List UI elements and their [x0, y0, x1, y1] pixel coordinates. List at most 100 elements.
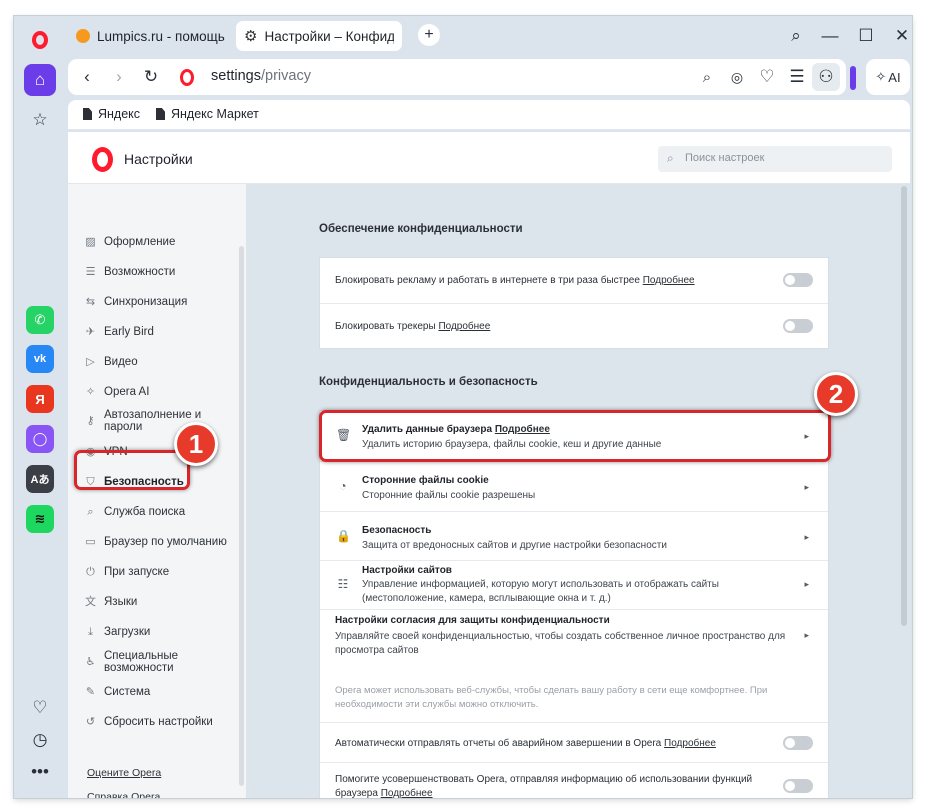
- site-info-button[interactable]: [174, 64, 200, 90]
- bird-icon: ✈: [85, 326, 96, 339]
- home-button[interactable]: ⌂: [24, 64, 56, 96]
- close-window-button[interactable]: ✕: [888, 22, 912, 50]
- bookmark-item[interactable]: Яндекс Маркет: [156, 107, 259, 121]
- crash-reports-toggle[interactable]: [783, 736, 813, 750]
- block-trackers-row[interactable]: Блокировать трекеры Подробнее: [320, 303, 828, 348]
- nav-item-браузер-по-умолчанию[interactable]: ▭ Браузер по умолчанию: [85, 536, 227, 549]
- vk-button[interactable]: vk: [26, 345, 54, 373]
- nav-item-видео[interactable]: ▷ Видео: [85, 356, 137, 369]
- url-text[interactable]: settings/privacy: [211, 68, 311, 84]
- cookies-row[interactable]: ◔ Сторонние файлы cookie Сторонние файлы…: [320, 461, 828, 511]
- block-ads-row[interactable]: Блокировать рекламу и работать в интерне…: [320, 258, 828, 303]
- opera-help-link[interactable]: Справка Opera: [87, 791, 160, 798]
- opera-logo-icon: [180, 68, 194, 86]
- usage-stats-toggle[interactable]: [783, 779, 813, 793]
- bookmark-item[interactable]: Яндекс: [83, 107, 140, 121]
- nav-item-служба-поиска[interactable]: ⌕ Служба поиска: [85, 506, 185, 519]
- browser-window: ⌂ ☆ ✆ vk Я ◯ Aあ ≋ ♡ ◷ ••• Lumpics.ru - п…: [14, 16, 912, 798]
- reload-icon: ↻: [143, 67, 159, 86]
- nav-item-загрузки[interactable]: ⤓ Загрузки: [85, 626, 150, 639]
- tab-settings[interactable]: ⚙ Настройки – Конфиденц: [236, 21, 402, 51]
- content-scrollbar[interactable]: [901, 186, 907, 626]
- close-icon: ✕: [894, 26, 910, 45]
- learn-more-link[interactable]: Подробнее: [438, 321, 490, 332]
- bookmark-button[interactable]: ♡: [754, 64, 780, 90]
- tab-title: Lumpics.ru - помощь с ко: [97, 28, 226, 44]
- new-tab-button[interactable]: +: [418, 24, 440, 46]
- forward-button[interactable]: ›: [106, 64, 132, 90]
- section-title-privacy: Обеспечение конфиденциальности: [319, 223, 523, 235]
- spotify-button[interactable]: ≋: [26, 505, 54, 533]
- learn-more-link[interactable]: Подробнее: [664, 738, 716, 749]
- history-button[interactable]: ◷: [24, 724, 56, 756]
- zoom-button[interactable]: ⌕: [694, 64, 720, 90]
- nav-item-label: Оформление: [104, 236, 176, 248]
- reload-button[interactable]: ↻: [138, 64, 164, 90]
- security-row[interactable]: 🔒 Безопасность Защита от вредоносных сай…: [320, 511, 828, 560]
- search-icon: ⌕: [667, 151, 674, 165]
- bookmark-label: Яндекс Маркет: [171, 107, 259, 121]
- usage-stats-row[interactable]: Помогите усовершенствовать Opera, отправ…: [320, 762, 828, 798]
- address-bar[interactable]: ‹ › ↻ settings/privacy ⌕ ◎ ♡ ☰ ⚇: [68, 59, 846, 95]
- nav-scrollbar[interactable]: [239, 246, 244, 786]
- opera-logo-icon: [92, 147, 113, 172]
- learn-more-link[interactable]: Подробнее: [643, 275, 695, 286]
- crash-reports-row[interactable]: Автоматически отправлять отчеты об авари…: [320, 722, 828, 762]
- profile-button[interactable]: ⚇: [812, 63, 840, 91]
- nav-item-система[interactable]: ✎ Система: [85, 686, 150, 699]
- translator-button[interactable]: Aあ: [26, 465, 54, 493]
- tab-lumpics[interactable]: Lumpics.ru - помощь с ко: [68, 21, 234, 51]
- opera-menu-button[interactable]: [24, 24, 56, 56]
- aria-bar-indicator[interactable]: [850, 66, 856, 90]
- spotify-icon: ≋: [34, 511, 46, 526]
- block-ads-toggle[interactable]: [783, 273, 813, 287]
- sparkle-icon: ✧: [875, 69, 887, 84]
- nav-item-при-запуске[interactable]: ⏻ При запуске: [85, 566, 170, 579]
- pinboard-button[interactable]: ☆: [24, 104, 56, 136]
- yandex-button[interactable]: Я: [26, 385, 54, 413]
- more-button[interactable]: •••: [24, 756, 56, 788]
- block-trackers-toggle[interactable]: [783, 319, 813, 333]
- star-icon: ☆: [32, 110, 48, 129]
- tab-search-button[interactable]: ⌕: [782, 22, 810, 50]
- ai-button[interactable]: ✧ AI: [866, 59, 910, 95]
- consent-row[interactable]: Настройки согласия для защиты конфиденци…: [320, 609, 828, 722]
- highlight-clear-data: [319, 410, 831, 462]
- settings-search-input[interactable]: ⌕ Поиск настроек: [658, 146, 892, 172]
- gear-icon: ⚙: [244, 28, 258, 45]
- whatsapp-button[interactable]: ✆: [26, 306, 54, 334]
- nav-item-оформление[interactable]: ▨ Оформление: [85, 236, 176, 249]
- nav-item-early-bird[interactable]: ✈ Early Bird: [85, 326, 154, 339]
- maximize-button[interactable]: ☐: [852, 22, 880, 50]
- nav-item-opera-ai[interactable]: ✧ Opera AI: [85, 386, 150, 399]
- site-settings-row[interactable]: ☷ Настройки сайтов Управление информацие…: [320, 560, 828, 609]
- consent-note: необходимости эти службы можно отключить…: [335, 699, 539, 710]
- nav-item-синхронизация[interactable]: ⇆ Синхронизация: [85, 296, 187, 309]
- rate-opera-link[interactable]: Оцените Opera: [87, 767, 161, 779]
- forward-arrow-icon: ›: [116, 67, 122, 86]
- minimize-button[interactable]: —: [816, 22, 844, 50]
- heart-icon: ♡: [32, 698, 48, 717]
- nav-item-сбросить-настройки[interactable]: ↺ Сбросить настройки: [85, 716, 213, 729]
- wrench-icon: ✎: [85, 686, 96, 699]
- nav-item-label: Специальные возможности: [104, 650, 179, 674]
- favorites-button[interactable]: ♡: [24, 692, 56, 724]
- nav-item-label: Возможности: [104, 266, 176, 278]
- security-card: 🗑 Удалить данные браузера Подробнее Удал…: [319, 410, 829, 798]
- consent-note: Opera может использовать веб-службы, что…: [335, 685, 768, 696]
- nav-item-специальные[interactable]: ♿ Специальные возможности: [85, 650, 179, 674]
- zoom-icon: ⌕: [702, 68, 712, 86]
- back-arrow-icon: ‹: [84, 67, 90, 86]
- search-placeholder: Поиск настроек: [685, 152, 765, 164]
- globe-icon: 文: [85, 596, 96, 609]
- step-badge-1: 1: [174, 422, 218, 466]
- easy-setup-button[interactable]: ☰: [784, 64, 810, 90]
- nav-item-возможности[interactable]: ☰ Возможности: [85, 266, 176, 279]
- nav-item-label: При запуске: [104, 566, 170, 578]
- alice-button[interactable]: ◯: [26, 425, 54, 453]
- snapshot-button[interactable]: ◎: [724, 64, 750, 90]
- back-button[interactable]: ‹: [74, 64, 100, 90]
- url-host: settings: [211, 68, 261, 84]
- learn-more-link[interactable]: Подробнее: [381, 788, 433, 798]
- nav-item-языки[interactable]: 文 Языки: [85, 596, 137, 609]
